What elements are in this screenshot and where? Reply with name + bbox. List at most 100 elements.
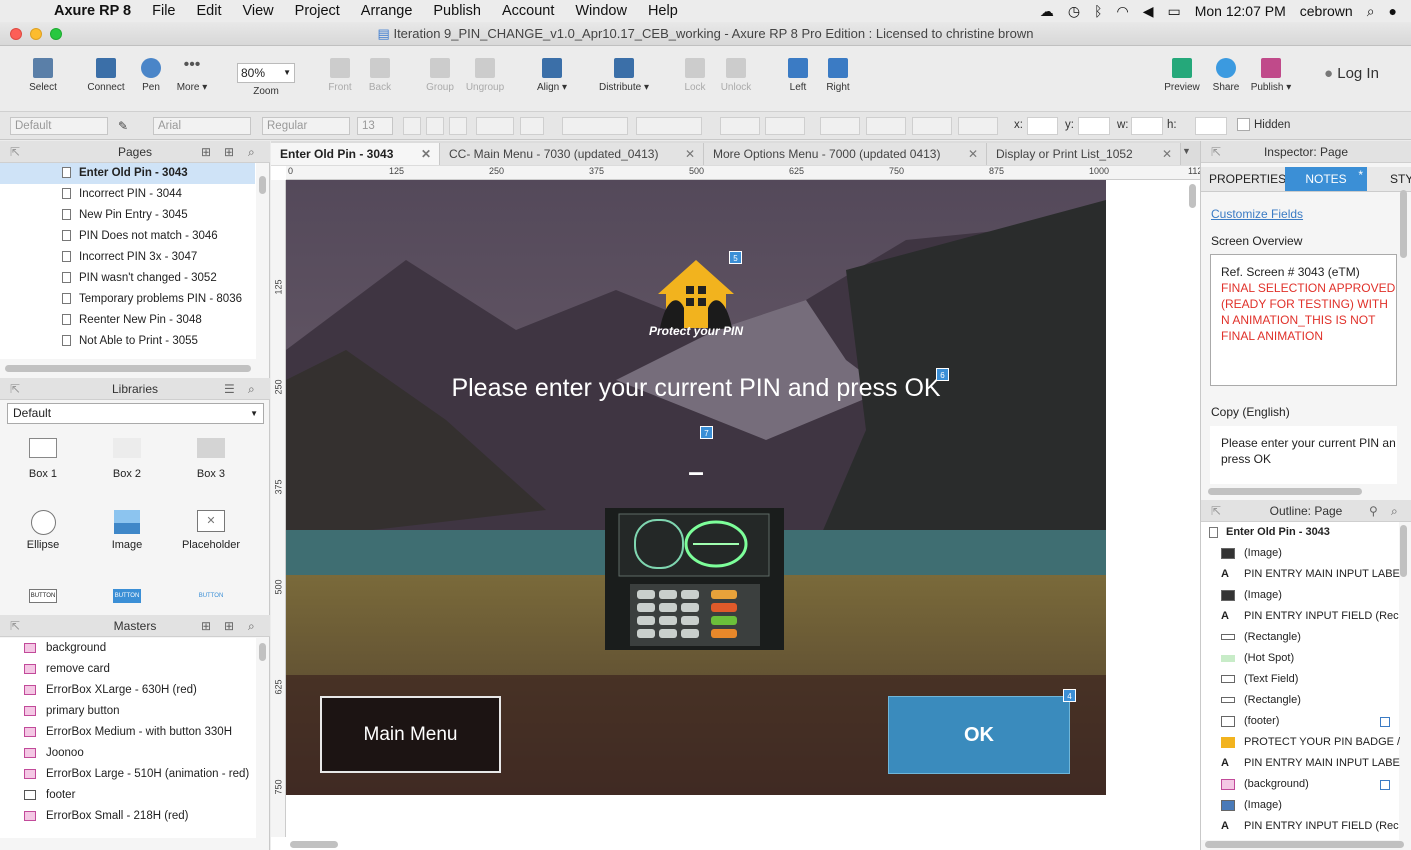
outline-item[interactable]: (Image) [1203, 543, 1408, 564]
main-menu-button[interactable]: Main Menu [320, 696, 501, 773]
underline-button[interactable] [449, 117, 467, 135]
library-box3[interactable]: Box 3 [181, 438, 241, 480]
annotation-badge[interactable]: 4 [1063, 689, 1076, 702]
zoom-control[interactable]: 80% ▼ Zoom [237, 52, 295, 97]
atm-screen-canvas[interactable]: Protect your PIN 5 Please enter your cur… [286, 180, 1106, 795]
add-page-icon[interactable]: ⊞ [201, 141, 211, 163]
inspector-h-scrollbar[interactable] [1208, 488, 1362, 495]
master-item[interactable]: ErrorBox Large - 510H (animation - red) [0, 764, 255, 785]
outline-item[interactable]: A PIN ENTRY MAIN INPUT LABE [1203, 753, 1408, 774]
lock-button[interactable]: Lock [678, 52, 712, 93]
unlock-button[interactable]: Unlock [716, 52, 756, 93]
italic-button[interactable] [426, 117, 444, 135]
tab-more-options[interactable]: More Options Menu - 7000 (updated 0413) ✕ [704, 143, 987, 165]
outline-v-scrollbar[interactable] [1400, 525, 1407, 577]
close-icon[interactable]: ✕ [685, 143, 695, 165]
bluetooth-icon[interactable]: ᛒ [1094, 3, 1102, 19]
close-icon[interactable]: ✕ [968, 143, 978, 165]
menu-publish[interactable]: Publish [433, 3, 481, 19]
line-color-button[interactable] [820, 117, 860, 135]
font-size-select[interactable]: 13 [357, 117, 393, 135]
annotation-badge[interactable]: 6 [936, 368, 949, 381]
bring-front-button[interactable]: Front [322, 52, 358, 93]
ok-button[interactable]: OK [888, 696, 1070, 774]
group-button[interactable]: Group [420, 52, 460, 93]
h-input[interactable] [1195, 117, 1227, 135]
fill-color-button[interactable] [720, 117, 760, 135]
menu-window[interactable]: Window [575, 3, 627, 19]
collapse-icon[interactable]: ⇱ [1211, 141, 1221, 163]
annotation-badge[interactable]: 5 [729, 251, 742, 264]
more-tools[interactable]: ••• More ▾ [174, 52, 210, 94]
menu-view[interactable]: View [242, 3, 273, 19]
outline-item[interactable]: (Image) [1203, 585, 1408, 606]
tab-notes[interactable]: NOTES * [1285, 167, 1367, 191]
outline-item[interactable]: (background) [1203, 774, 1408, 795]
weight-select[interactable]: Regular [262, 117, 350, 135]
canvas-h-scrollbar[interactable] [290, 841, 338, 848]
outline-root[interactable]: Enter Old Pin - 3043 [1203, 522, 1408, 543]
shadow-button[interactable] [765, 117, 805, 135]
hidden-checkbox[interactable] [1237, 118, 1250, 131]
outline-item[interactable]: (footer) [1203, 711, 1408, 732]
library-image[interactable]: Image [97, 510, 157, 551]
outline-item[interactable]: (Image) [1203, 795, 1408, 816]
masters-scrollbar[interactable] [259, 643, 266, 661]
library-button[interactable]: BUTTON [13, 589, 73, 603]
align-button[interactable]: Align ▾ [530, 52, 574, 93]
publish-button[interactable]: Publish ▾ [1248, 52, 1294, 93]
library-primary-button[interactable]: BUTTON [97, 589, 157, 603]
creative-cloud-icon[interactable]: ☁ [1040, 3, 1054, 20]
outline-item[interactable]: A PIN ENTRY INPUT FIELD (Rec [1203, 816, 1408, 837]
page-item[interactable]: PIN Does not match - 3046 [0, 226, 255, 247]
right-pane-toggle[interactable]: Right [820, 52, 856, 93]
page-item[interactable]: Enter Old Pin - 3043 [0, 163, 255, 184]
outline-item[interactable]: (Rectangle) [1203, 690, 1408, 711]
outline-item[interactable]: A PIN ENTRY MAIN INPUT LABE [1203, 564, 1408, 585]
clock[interactable]: Mon 12:07 PM [1195, 3, 1286, 19]
y-input[interactable] [1078, 117, 1110, 135]
close-icon[interactable]: ✕ [1162, 143, 1172, 165]
pin-entry-field[interactable]: – [666, 456, 726, 488]
line-width-button[interactable] [866, 117, 906, 135]
canvas-v-scrollbar[interactable] [1189, 184, 1196, 208]
battery-icon[interactable]: ▭ [1167, 3, 1180, 20]
format-painter-icon[interactable]: ✎ [118, 117, 136, 135]
tab-enter-old-pin[interactable]: Enter Old Pin - 3043 ✕ [271, 143, 440, 165]
library-select[interactable]: Default ▼ [7, 403, 264, 424]
connect-tool[interactable]: Connect [84, 52, 128, 93]
w-input[interactable] [1131, 117, 1163, 135]
menu-arrange[interactable]: Arrange [361, 3, 413, 19]
line-style-button[interactable] [912, 117, 952, 135]
master-item[interactable]: remove card [0, 659, 255, 680]
page-item[interactable]: Not Able to Print - 3055 [0, 331, 255, 352]
minimize-window-button[interactable] [30, 28, 42, 40]
preview-button[interactable]: Preview [1162, 52, 1202, 93]
siri-icon[interactable]: ● [1389, 3, 1397, 19]
tabs-overflow-icon[interactable]: ▼ [1182, 146, 1191, 156]
library-link-button[interactable]: BUTTON [181, 589, 241, 603]
customize-fields-link[interactable]: Customize Fields [1211, 207, 1303, 221]
add-folder-icon[interactable]: ⊞ [224, 141, 234, 163]
share-button[interactable]: Share [1208, 52, 1244, 93]
font-color-button[interactable] [476, 117, 514, 135]
menu-file[interactable]: File [152, 3, 175, 19]
pages-h-scrollbar[interactable] [5, 365, 251, 372]
spotlight-icon[interactable]: ⌕ [1367, 3, 1375, 20]
menu-help[interactable]: Help [648, 3, 678, 19]
search-icon[interactable]: ⌕ [1391, 500, 1398, 522]
login-button[interactable]: ● Log In [1324, 65, 1379, 82]
master-item[interactable]: primary button [0, 701, 255, 722]
outline-item[interactable]: (Text Field) [1203, 669, 1408, 690]
send-back-button[interactable]: Back [362, 52, 398, 93]
collapse-icon[interactable]: ⇱ [10, 615, 20, 637]
user-name[interactable]: cebrown [1300, 3, 1353, 19]
outline-item[interactable]: A PIN ENTRY INPUT FIELD (Rec [1203, 606, 1408, 627]
inspector-v-scrollbar[interactable] [1400, 190, 1407, 258]
valign-text-group[interactable] [636, 117, 702, 135]
ungroup-button[interactable]: Ungroup [462, 52, 508, 93]
library-placeholder[interactable]: ✕ Placeholder [181, 510, 241, 551]
zoom-window-button[interactable] [50, 28, 62, 40]
time-machine-icon[interactable]: ◷ [1068, 3, 1080, 20]
library-ellipse[interactable]: Ellipse [13, 510, 73, 551]
